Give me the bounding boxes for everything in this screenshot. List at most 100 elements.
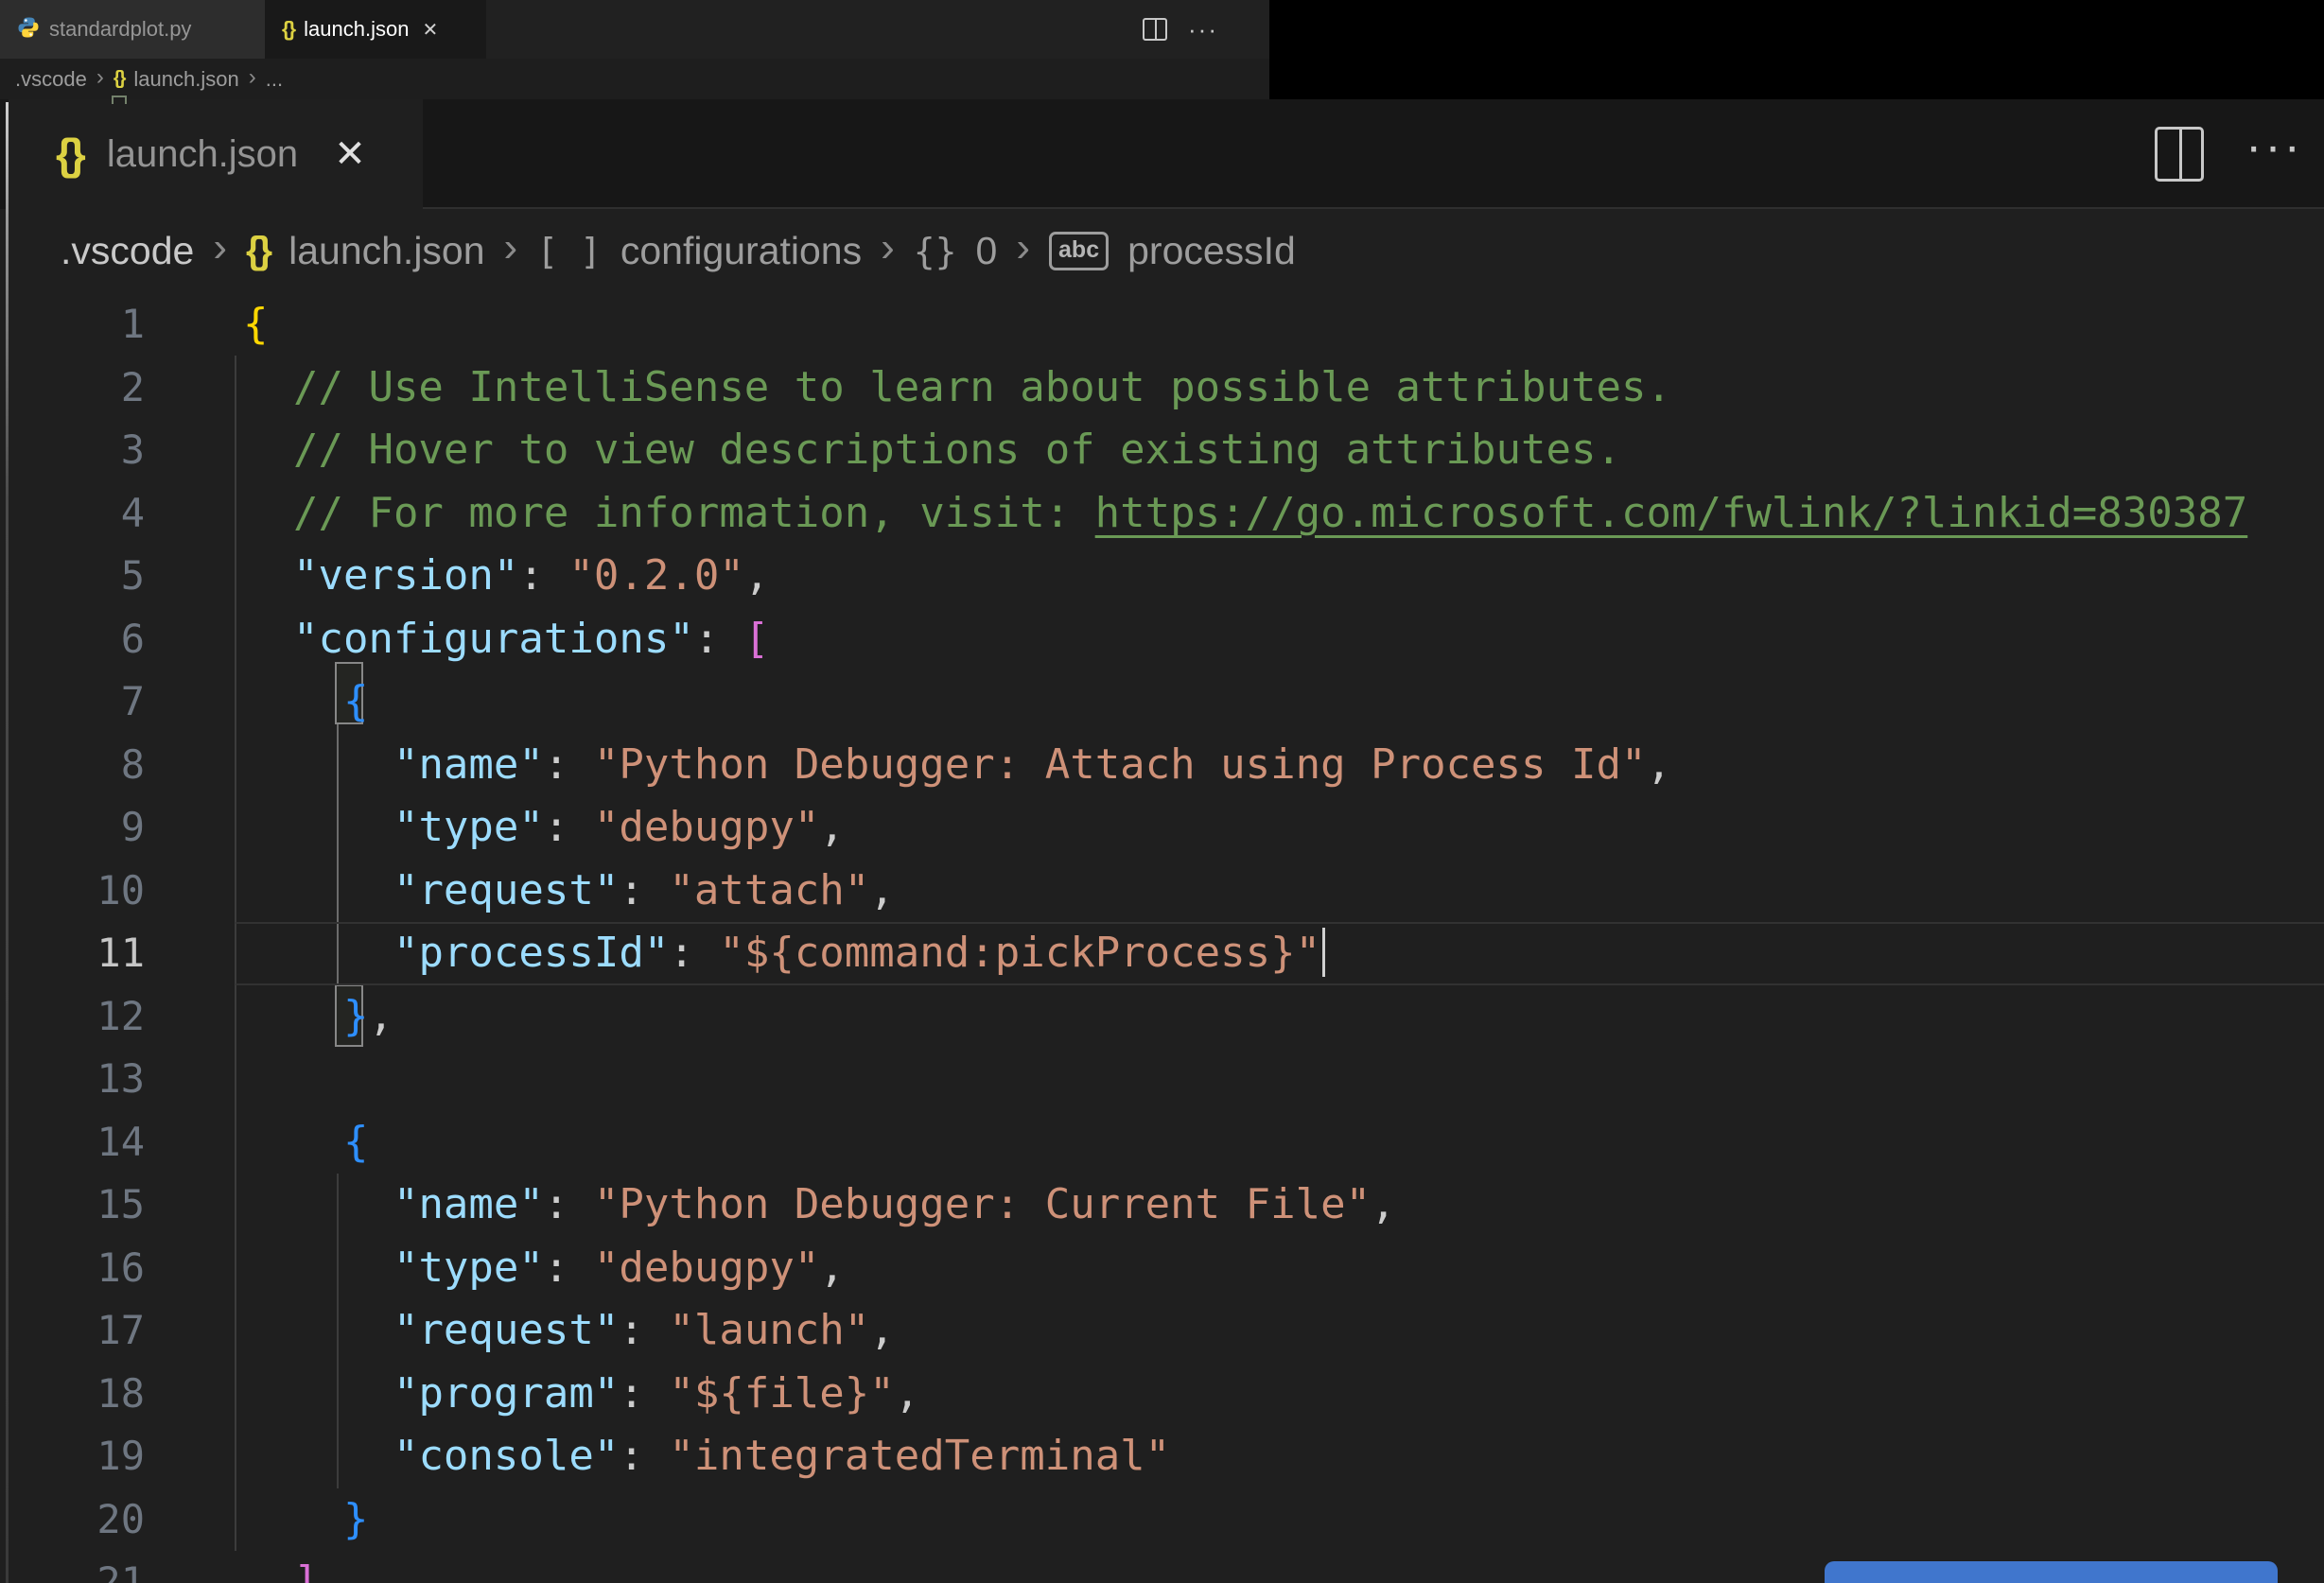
token-b3: { xyxy=(342,677,369,726)
line-number: 12 xyxy=(96,992,145,1039)
token-k: "request" xyxy=(393,1306,620,1355)
line-content: "request": "attach", xyxy=(236,861,895,920)
code-line-6[interactable]: 6 "configurations": [ xyxy=(0,608,2324,671)
chevron-right-icon: › xyxy=(1016,223,1031,270)
token-p: , xyxy=(869,865,895,914)
more-actions-icon[interactable]: ··· xyxy=(2245,118,2303,175)
tab-label: standardplot.py xyxy=(49,17,192,41)
token-k: "version" xyxy=(292,551,519,600)
code-line-18[interactable]: 18 "program": "${file}", xyxy=(0,1363,2324,1426)
code-line-9[interactable]: 9 "type": "debugpy", xyxy=(0,796,2324,860)
token-k: "name" xyxy=(393,1180,544,1229)
chevron-right-icon: › xyxy=(213,223,227,270)
split-editor-icon[interactable] xyxy=(1143,18,1168,41)
line-content: { xyxy=(236,672,369,731)
token-p: : xyxy=(543,1180,594,1229)
token-k: "type" xyxy=(393,803,544,852)
code-line-10[interactable]: 10 "request": "attach", xyxy=(0,860,2324,923)
screen-black-region xyxy=(1269,0,2324,99)
code-line-8[interactable]: 8 "name": "Python Debugger: Attach using… xyxy=(0,734,2324,797)
code-line-7[interactable]: 7 { xyxy=(0,670,2324,734)
token-s: "${command:pickProcess}" xyxy=(719,929,1321,978)
code-line-2[interactable]: 2 // Use IntelliSense to learn about pos… xyxy=(0,357,2324,420)
breadcrumb-processid[interactable]: processId xyxy=(1127,229,1296,273)
code-line-3[interactable]: 3 // Hover to view descriptions of exist… xyxy=(0,419,2324,482)
code-lines: 1{2 // Use IntelliSense to learn about p… xyxy=(0,293,2324,1583)
json-file-icon: {} xyxy=(113,68,127,89)
breadcrumb-index[interactable]: 0 xyxy=(976,229,998,273)
token-s: "launch" xyxy=(669,1306,870,1355)
code-editor[interactable]: 1{2 // Use IntelliSense to learn about p… xyxy=(0,293,2324,1583)
token-b1: { xyxy=(243,300,269,349)
tab-standardplot-py[interactable]: standardplot.py xyxy=(0,0,265,59)
breadcrumb-file[interactable]: launch.json xyxy=(288,229,484,273)
line-content: "type": "debugpy", xyxy=(236,798,845,857)
line-number: 5 xyxy=(120,552,145,599)
breadcrumb-configurations[interactable]: configurations xyxy=(620,229,862,273)
code-line-4[interactable]: 4 // For more information, visit: https:… xyxy=(0,482,2324,546)
python-icon xyxy=(17,16,40,43)
token-p: , xyxy=(819,803,845,852)
code-line-14[interactable]: 14 { xyxy=(0,1111,2324,1174)
more-actions-icon[interactable]: ··· xyxy=(1188,15,1218,44)
breadcrumb-more[interactable]: ... xyxy=(266,67,283,92)
chevron-right-icon: › xyxy=(881,223,895,270)
token-b3: { xyxy=(342,1117,369,1166)
token-p: : xyxy=(619,1306,670,1355)
big-tab-launch-json[interactable]: {} launch.json ✕ xyxy=(9,99,423,209)
line-number: 16 xyxy=(96,1244,145,1291)
notification-action-button[interactable] xyxy=(1825,1561,2278,1583)
line-number: 13 xyxy=(96,1055,145,1102)
close-icon[interactable]: ✕ xyxy=(334,132,366,176)
line-number: 17 xyxy=(96,1307,145,1353)
split-editor-icon[interactable] xyxy=(2155,127,2205,182)
token-cl: https://go.microsoft.com/fwlink/?linkid=… xyxy=(1094,488,2248,537)
code-line-12[interactable]: 12 }, xyxy=(0,985,2324,1049)
line-content: { xyxy=(236,1113,369,1172)
line-number: 8 xyxy=(120,740,145,788)
line-content: "console": "integratedTerminal" xyxy=(236,1427,1170,1486)
line-content: "version": "0.2.0", xyxy=(236,547,769,605)
code-line-16[interactable]: 16 "type": "debugpy", xyxy=(0,1237,2324,1300)
token-s: "integratedTerminal" xyxy=(669,1432,1171,1481)
code-line-17[interactable]: 17 "request": "launch", xyxy=(0,1299,2324,1363)
tab-bar: standardplot.py {} launch.json ✕ ··· xyxy=(0,0,1269,59)
close-icon[interactable]: ✕ xyxy=(422,18,438,42)
code-line-20[interactable]: 20 } xyxy=(0,1488,2324,1552)
json-file-icon: {} xyxy=(245,230,272,271)
token-s: "attach" xyxy=(669,865,870,914)
tab-launch-json[interactable]: {} launch.json ✕ xyxy=(265,0,486,59)
line-content: "processId": "${command:pickProcess}" xyxy=(236,924,1326,983)
line-content: // Use IntelliSense to learn about possi… xyxy=(236,358,1671,417)
line-number: 4 xyxy=(120,489,145,536)
object-symbol-icon: {} xyxy=(913,230,957,272)
json-file-icon: {} xyxy=(56,130,86,179)
token-p: : xyxy=(619,865,670,914)
token-p: : xyxy=(543,803,594,852)
line-content: // For more information, visit: https://… xyxy=(236,484,2247,543)
code-line-1[interactable]: 1{ xyxy=(0,293,2324,357)
code-line-13[interactable]: 13 xyxy=(0,1048,2324,1111)
token-p: : xyxy=(543,739,594,789)
token-p: : xyxy=(693,614,744,663)
code-line-15[interactable]: 15 "name": "Python Debugger: Current Fil… xyxy=(0,1174,2324,1237)
line-number: 7 xyxy=(120,678,145,724)
line-number: 14 xyxy=(96,1118,145,1165)
token-p: , xyxy=(819,1243,845,1292)
code-line-19[interactable]: 19 "console": "integratedTerminal" xyxy=(0,1425,2324,1488)
line-number: 2 xyxy=(120,363,145,410)
tab-label: launch.json xyxy=(304,17,410,41)
token-k: "type" xyxy=(393,1243,544,1292)
breadcrumb-folder[interactable]: .vscode xyxy=(15,67,87,92)
token-p: : xyxy=(669,929,720,978)
line-number: 11 xyxy=(96,930,145,976)
token-s: "Python Debugger: Current File" xyxy=(593,1180,1372,1229)
token-b3: } xyxy=(342,1494,369,1543)
code-line-5[interactable]: 5 "version": "0.2.0", xyxy=(0,545,2324,608)
token-k: "request" xyxy=(393,865,620,914)
line-content: }, xyxy=(236,987,393,1046)
breadcrumb-folder[interactable]: .vscode xyxy=(61,229,194,273)
json-file-icon: {} xyxy=(282,17,296,41)
code-line-11[interactable]: 11 "processId": "${command:pickProcess}" xyxy=(0,922,2324,985)
breadcrumb-file[interactable]: launch.json xyxy=(133,67,238,92)
